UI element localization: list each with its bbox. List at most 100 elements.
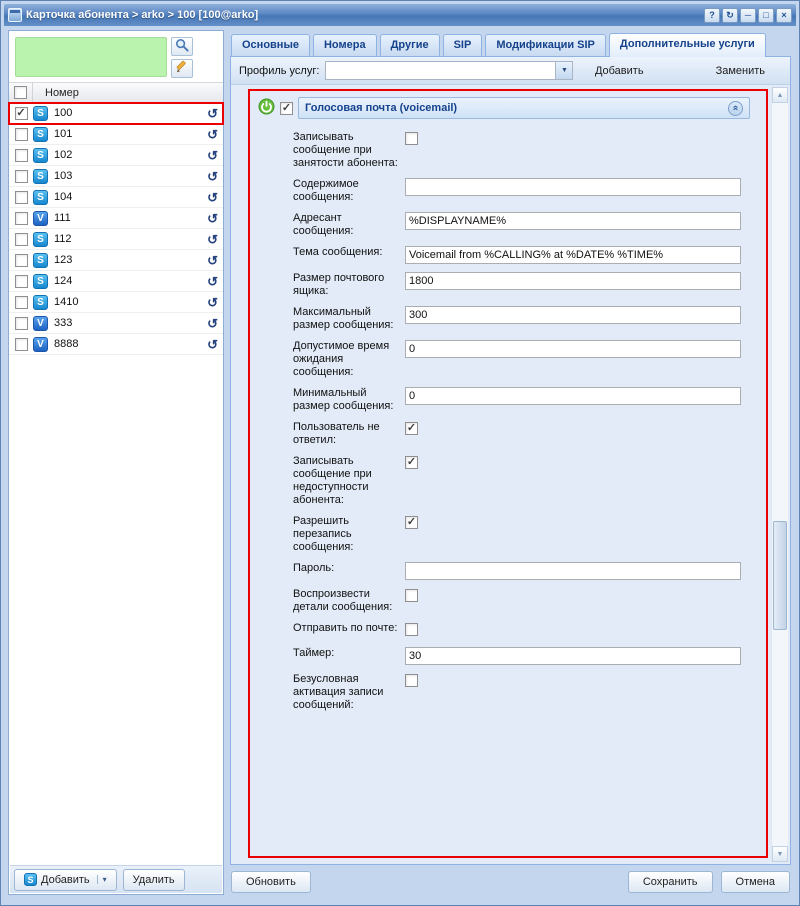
row-checkbox-cell xyxy=(9,145,33,165)
table-row[interactable]: S 101 ↺ xyxy=(9,124,223,145)
close-button[interactable]: × xyxy=(776,8,792,23)
number-column-header[interactable]: Номер xyxy=(33,87,79,99)
row-checkbox[interactable] xyxy=(15,233,28,246)
table-row[interactable]: S 1410 ↺ xyxy=(9,292,223,313)
field-input[interactable] xyxy=(405,647,741,665)
v-terminal-icon: V xyxy=(33,211,48,226)
history-icon[interactable]: ↺ xyxy=(207,275,218,288)
table-row[interactable]: S 112 ↺ xyxy=(9,229,223,250)
field-input[interactable] xyxy=(405,178,741,196)
field-input[interactable] xyxy=(405,340,741,358)
tab-6[interactable]: Дополнительные услуги xyxy=(609,33,766,57)
table-row[interactable]: S 102 ↺ xyxy=(9,145,223,166)
quick-search-input[interactable] xyxy=(15,37,167,77)
field-checkbox[interactable] xyxy=(405,623,418,636)
add-number-button[interactable]: S Добавить ▾ xyxy=(14,869,117,891)
form-field-row: Отправить по почте: xyxy=(293,622,741,639)
history-icon[interactable]: ↺ xyxy=(207,128,218,141)
row-checkbox[interactable] xyxy=(15,128,28,141)
save-button[interactable]: Сохранить xyxy=(628,871,713,893)
history-icon[interactable]: ↺ xyxy=(207,338,218,351)
row-number: 333 xyxy=(54,317,207,329)
tab-2[interactable]: Номера xyxy=(313,34,377,56)
maximize-button[interactable]: □ xyxy=(758,8,774,23)
field-checkbox[interactable]: ✓ xyxy=(405,516,418,529)
field-control: ✓ xyxy=(405,455,741,507)
history-icon[interactable]: ↺ xyxy=(207,149,218,162)
help-button[interactable]: ? xyxy=(704,8,720,23)
service-title: Голосовая почта (voicemail) xyxy=(305,102,728,114)
tab-1[interactable]: Основные xyxy=(231,34,310,56)
row-checkbox[interactable] xyxy=(15,170,28,183)
form-field-row: Тема сообщения: xyxy=(293,246,741,264)
history-icon[interactable]: ↺ xyxy=(207,254,218,267)
vertical-scrollbar[interactable]: ▲ ▼ xyxy=(771,87,788,862)
table-row[interactable]: ✓ S 100 ↺ xyxy=(9,103,223,124)
row-checkbox[interactable] xyxy=(15,212,28,225)
delete-number-button[interactable]: Удалить xyxy=(123,869,185,891)
table-row[interactable]: S 103 ↺ xyxy=(9,166,223,187)
pencil-icon xyxy=(175,60,189,77)
table-row[interactable]: V 111 ↺ xyxy=(9,208,223,229)
row-checkbox[interactable]: ✓ xyxy=(15,107,28,120)
profile-replace-button[interactable]: Заменить xyxy=(705,60,776,82)
power-icon[interactable] xyxy=(258,98,275,118)
table-row[interactable]: S 123 ↺ xyxy=(9,250,223,271)
tab-4[interactable]: SIP xyxy=(443,34,483,56)
history-icon[interactable]: ↺ xyxy=(207,296,218,309)
row-checkbox-cell xyxy=(9,166,33,186)
field-checkbox[interactable]: ✓ xyxy=(405,422,418,435)
table-row[interactable]: S 124 ↺ xyxy=(9,271,223,292)
field-input[interactable] xyxy=(405,562,741,580)
field-checkbox[interactable]: ✓ xyxy=(405,456,418,469)
refresh-window-button[interactable]: ↻ xyxy=(722,8,738,23)
profile-add-button[interactable]: Добавить xyxy=(584,60,655,82)
history-icon[interactable]: ↺ xyxy=(207,233,218,246)
chevron-down-icon[interactable]: ▾ xyxy=(97,875,107,884)
row-checkbox[interactable] xyxy=(15,275,28,288)
row-checkbox[interactable] xyxy=(15,149,28,162)
field-checkbox[interactable] xyxy=(405,132,418,145)
services-tab-body: Профиль услуг: ▼ Добавить Заменить ✓ Гол… xyxy=(230,56,791,865)
service-enable-checkbox[interactable]: ✓ xyxy=(280,102,293,115)
row-checkbox[interactable] xyxy=(15,191,28,204)
history-icon[interactable]: ↺ xyxy=(207,212,218,225)
history-icon[interactable]: ↺ xyxy=(207,191,218,204)
field-control xyxy=(405,306,741,332)
row-checkbox[interactable] xyxy=(15,338,28,351)
service-title-bar[interactable]: Голосовая почта (voicemail) » xyxy=(298,97,750,119)
select-all-checkbox[interactable] xyxy=(14,86,27,99)
row-checkbox[interactable] xyxy=(15,317,28,330)
search-button[interactable] xyxy=(171,37,193,56)
row-checkbox[interactable] xyxy=(15,296,28,309)
window-titlebar[interactable]: Карточка абонента > arko > 100 [100@arko… xyxy=(4,4,796,26)
table-row[interactable]: S 104 ↺ xyxy=(9,187,223,208)
edit-button[interactable] xyxy=(171,59,193,78)
field-input[interactable] xyxy=(405,387,741,405)
table-row[interactable]: V 333 ↺ xyxy=(9,313,223,334)
field-input[interactable] xyxy=(405,212,741,230)
collapse-panel-button[interactable]: » xyxy=(728,101,743,116)
chevron-down-icon[interactable]: ▼ xyxy=(555,62,572,79)
field-checkbox[interactable] xyxy=(405,589,418,602)
scroll-down-icon[interactable]: ▼ xyxy=(772,846,788,862)
field-checkbox[interactable] xyxy=(405,674,418,687)
history-icon[interactable]: ↺ xyxy=(207,107,218,120)
history-icon[interactable]: ↺ xyxy=(207,317,218,330)
cancel-button[interactable]: Отмена xyxy=(721,871,790,893)
field-input[interactable] xyxy=(405,246,741,264)
row-checkbox[interactable] xyxy=(15,254,28,267)
tab-5[interactable]: Модификации SIP xyxy=(485,34,606,56)
scrollbar-thumb[interactable] xyxy=(773,521,787,630)
scroll-up-icon[interactable]: ▲ xyxy=(772,87,788,103)
field-input[interactable] xyxy=(405,306,741,324)
minimize-button[interactable]: ─ xyxy=(740,8,756,23)
field-control: ✓ xyxy=(405,421,741,447)
table-row[interactable]: V 8888 ↺ xyxy=(9,334,223,355)
tab-3[interactable]: Другие xyxy=(380,34,440,56)
refresh-button[interactable]: Обновить xyxy=(231,871,311,893)
row-checkbox-cell xyxy=(9,250,33,270)
history-icon[interactable]: ↺ xyxy=(207,170,218,183)
field-input[interactable] xyxy=(405,272,741,290)
profile-select[interactable]: ▼ xyxy=(325,61,573,80)
